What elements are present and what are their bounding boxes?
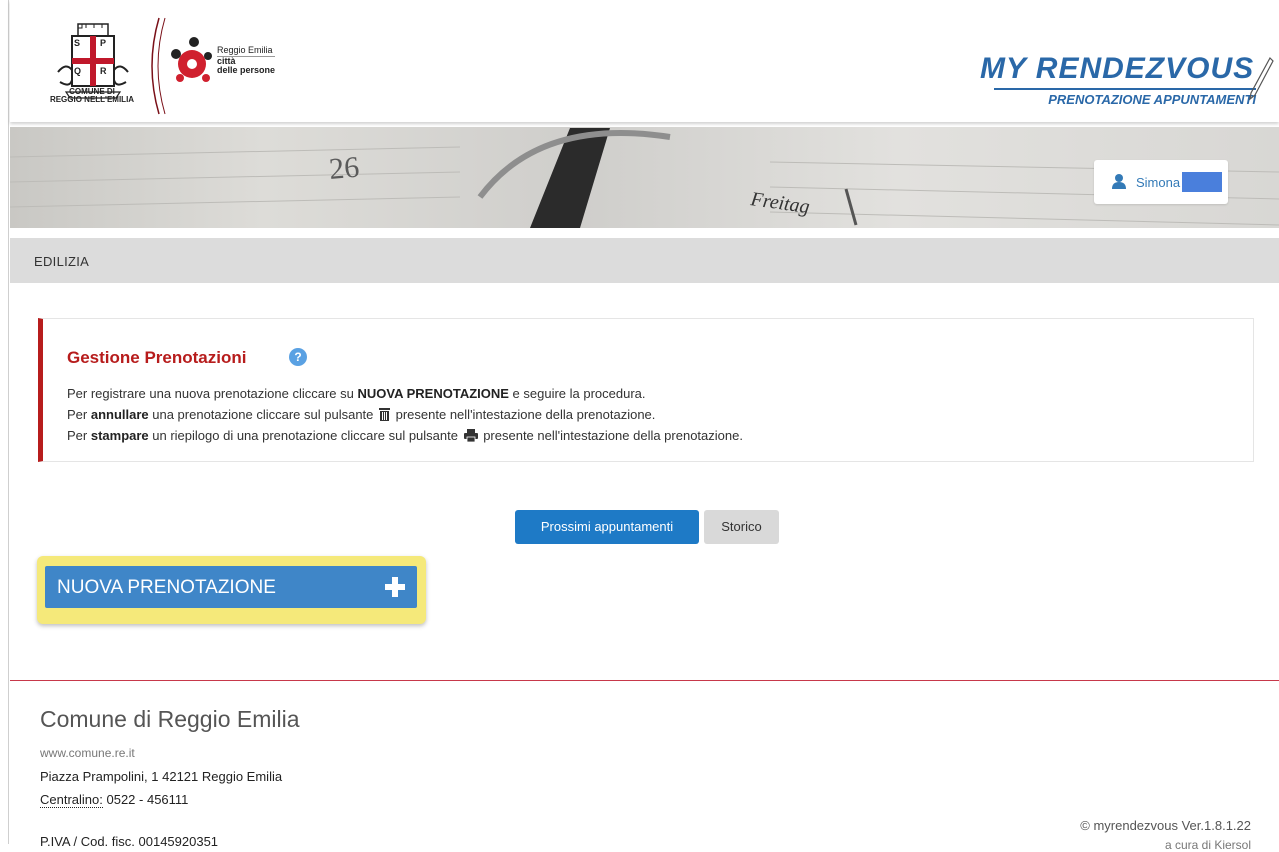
site-header: COMUNE DI REGGIO NELL'EMILIA S P Q R Reg… [10,0,1279,122]
crest-letter-q: Q [74,66,82,76]
info-line2-post: presente nell'intestazione della prenota… [392,407,656,422]
reggio-emilia-logo-text: Reggio Emilia città delle persone [217,46,276,75]
new-booking-label: NUOVA PRENOTAZIONE [57,577,276,598]
section-title: EDILIZIA [34,254,90,269]
crest-letter-r: R [100,66,107,76]
footer-website-link[interactable]: www.comune.re.it [40,746,135,760]
info-line-print: Per stampare un riepilogo di una prenota… [67,428,743,443]
info-line-cancel: Per annullare una prenotazione cliccare … [67,407,655,422]
reggio-emilia-logo-icon [171,37,212,82]
footer-phone-label: Centralino: [40,792,103,808]
footer-credit: a cura di Kiersol [1164,838,1251,852]
new-booking-highlight: NUOVA PRENOTAZIONE [37,556,426,624]
trash-icon [379,408,391,421]
user-name-redaction [1182,172,1222,192]
page-left-border [8,0,9,844]
info-line2-mid: una prenotazione cliccare sul pulsante [148,407,378,422]
print-icon [463,429,478,442]
info-line-new-booking: Per registrare una nuova prenotazione cl… [67,386,646,401]
logo-divider-icon [151,17,166,115]
upcoming-appointments-button[interactable]: Prossimi appuntamenti [515,510,699,544]
info-title: Gestione Prenotazioni [67,348,247,367]
svg-text:Freitag: Freitag [748,188,811,218]
crest-letter-p: P [100,38,107,48]
footer-version: © myrendezvous Ver.1.8.1.22 [1080,818,1251,833]
app-subtitle: PRENOTAZIONE APPUNTAMENTI [994,88,1256,107]
user-menu[interactable]: Simona F [1094,160,1228,204]
info-line2-bold: annullare [90,407,149,422]
info-line3-post: presente nell'intestazione della prenota… [479,428,743,443]
footer-divider [10,680,1279,681]
info-line1-pre: Per registrare una nuova prenotazione cl… [67,386,358,401]
footer-phone: Centralino: 0522 - 456111 [40,792,189,808]
crest-letter-s: S [74,38,81,48]
help-icon[interactable]: ? [289,348,307,366]
plus-icon [385,577,405,597]
history-button[interactable]: Storico [704,510,779,544]
info-line3-pre: Per [67,428,91,443]
section-bar: EDILIZIA [10,238,1279,283]
pen-icon [1249,57,1274,101]
info-line3-mid: un riepilogo di una prenotazione cliccar… [148,428,462,443]
info-line1-bold: NUOVA PRENOTAZIONE [357,386,509,401]
re-logo-line3: delle persone [217,65,276,75]
svg-text:26: 26 [328,150,361,185]
footer-address: Piazza Prampolini, 1 42121 Reggio Emilia [40,769,283,784]
app-title: MY RENDEZVOUS [980,52,1255,85]
new-booking-button[interactable]: NUOVA PRENOTAZIONE [45,566,417,608]
info-panel: Gestione Prenotazioni ? Per registrare u… [38,318,1254,462]
calendar-banner-image: 26 Freitag [10,128,1279,228]
info-line3-bold: stampare [90,428,149,443]
info-line2-pre: Per [67,407,91,422]
footer-piva: P.IVA / Cod. fisc. 00145920351 [40,834,219,849]
calendar-banner: 26 Freitag [10,127,1279,228]
footer-title: Comune di Reggio Emilia [40,706,300,732]
info-line1-post: e seguire la procedura. [508,386,646,401]
user-icon [1112,174,1126,189]
comune-caption-line2: REGGIO NELL'EMILIA [49,95,135,104]
comune-caption: COMUNE DI REGGIO NELL'EMILIA [42,88,142,104]
footer-phone-value: 0522 - 456111 [102,792,189,807]
